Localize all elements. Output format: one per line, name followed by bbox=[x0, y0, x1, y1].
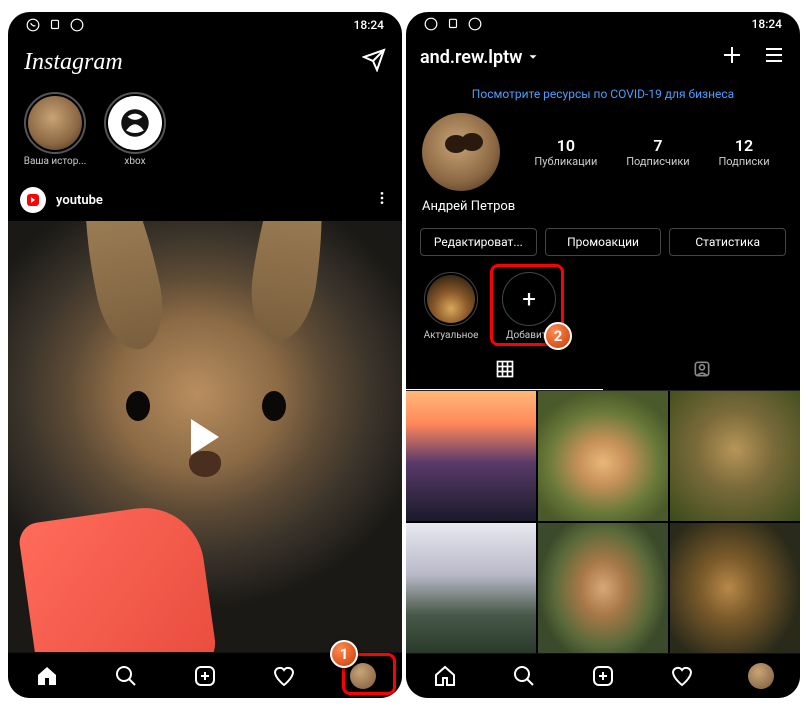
clock: 18:24 bbox=[752, 17, 782, 31]
post-thumbnail[interactable] bbox=[670, 523, 800, 653]
viber-icon bbox=[70, 18, 84, 32]
tab-tagged[interactable] bbox=[603, 349, 800, 390]
profile-stats-row: 10Публикации 7Подписчики 12Подписки bbox=[406, 111, 800, 195]
profile-header: and.rew.lptw bbox=[406, 36, 800, 79]
nav-activity-icon[interactable] bbox=[262, 654, 306, 698]
feed-screen: 18:24 Instagram Ваша истор... xbox youtu… bbox=[8, 12, 402, 698]
post-username[interactable]: youtube bbox=[56, 193, 364, 208]
nav-search-icon[interactable] bbox=[502, 654, 546, 698]
post-thumbnail[interactable] bbox=[406, 523, 536, 653]
nav-create-icon[interactable] bbox=[183, 654, 227, 698]
nav-activity-icon[interactable] bbox=[660, 654, 704, 698]
posts-grid bbox=[406, 391, 800, 653]
stat-following[interactable]: 12Подписки bbox=[718, 136, 769, 168]
promotions-button[interactable]: Промоакции bbox=[545, 228, 662, 256]
edit-profile-button[interactable]: Редактироват... bbox=[420, 228, 537, 256]
chevron-down-icon bbox=[526, 50, 540, 64]
profile-username-dropdown[interactable]: and.rew.lptw bbox=[420, 47, 710, 68]
tab-grid[interactable] bbox=[406, 349, 603, 390]
bottom-nav: 1 bbox=[8, 652, 402, 698]
highlights-tray: Актуальное + Добавить 2 bbox=[406, 268, 800, 349]
nav-profile-avatar[interactable] bbox=[739, 654, 783, 698]
viber-icon bbox=[468, 17, 482, 31]
youtube-avatar-icon[interactable] bbox=[20, 187, 46, 213]
profile-avatar[interactable] bbox=[422, 113, 500, 191]
menu-icon[interactable] bbox=[762, 43, 786, 71]
direct-messages-icon[interactable] bbox=[362, 48, 386, 76]
viber-icon bbox=[26, 18, 40, 32]
status-bar: 18:24 bbox=[406, 12, 800, 36]
stat-posts[interactable]: 10Публикации bbox=[534, 136, 597, 168]
story-xbox[interactable]: xbox bbox=[102, 92, 168, 167]
stories-tray: Ваша истор... xbox bbox=[8, 86, 402, 177]
post-thumbnail[interactable] bbox=[406, 391, 536, 521]
post-video[interactable] bbox=[8, 221, 402, 652]
notification-icon bbox=[446, 17, 460, 31]
bottom-nav bbox=[406, 653, 800, 698]
post-thumbnail[interactable] bbox=[670, 391, 800, 521]
profile-screen: 18:24 and.rew.lptw Посмотрите ресурсы по… bbox=[406, 12, 800, 698]
create-icon[interactable] bbox=[720, 43, 744, 71]
post-header: youtube bbox=[8, 177, 402, 221]
post-thumbnail[interactable] bbox=[538, 391, 668, 521]
notification-icon bbox=[48, 18, 62, 32]
profile-display-name: Андрей Петров bbox=[406, 195, 800, 224]
clock: 18:24 bbox=[354, 18, 384, 32]
play-icon bbox=[191, 419, 219, 455]
annotation-step-2: 2 bbox=[544, 322, 572, 350]
status-bar: 18:24 bbox=[8, 12, 402, 38]
nav-home-icon[interactable] bbox=[25, 654, 69, 698]
story-your-story[interactable]: Ваша истор... bbox=[22, 92, 88, 167]
nav-home-icon[interactable] bbox=[423, 654, 467, 698]
post-thumbnail[interactable] bbox=[538, 523, 668, 653]
post-more-icon[interactable] bbox=[374, 190, 390, 210]
profile-buttons: Редактироват... Промоакции Статистика bbox=[406, 224, 800, 268]
highlight-featured[interactable]: Актуальное bbox=[420, 272, 482, 341]
covid-resources-link[interactable]: Посмотрите ресурсы по COVID-19 для бизне… bbox=[406, 79, 800, 111]
story-label: xbox bbox=[124, 156, 145, 167]
profile-tabs bbox=[406, 349, 800, 391]
statistics-button[interactable]: Статистика bbox=[669, 228, 786, 256]
feed-header: Instagram bbox=[8, 38, 402, 86]
annotation-step-1: 1 bbox=[330, 640, 358, 668]
nav-create-icon[interactable] bbox=[581, 654, 625, 698]
story-label: Ваша истор... bbox=[24, 156, 87, 167]
nav-search-icon[interactable] bbox=[104, 654, 148, 698]
viber-icon bbox=[424, 17, 438, 31]
stat-followers[interactable]: 7Подписчики bbox=[626, 136, 689, 168]
plus-icon: + bbox=[522, 285, 536, 313]
instagram-logo: Instagram bbox=[24, 49, 123, 76]
